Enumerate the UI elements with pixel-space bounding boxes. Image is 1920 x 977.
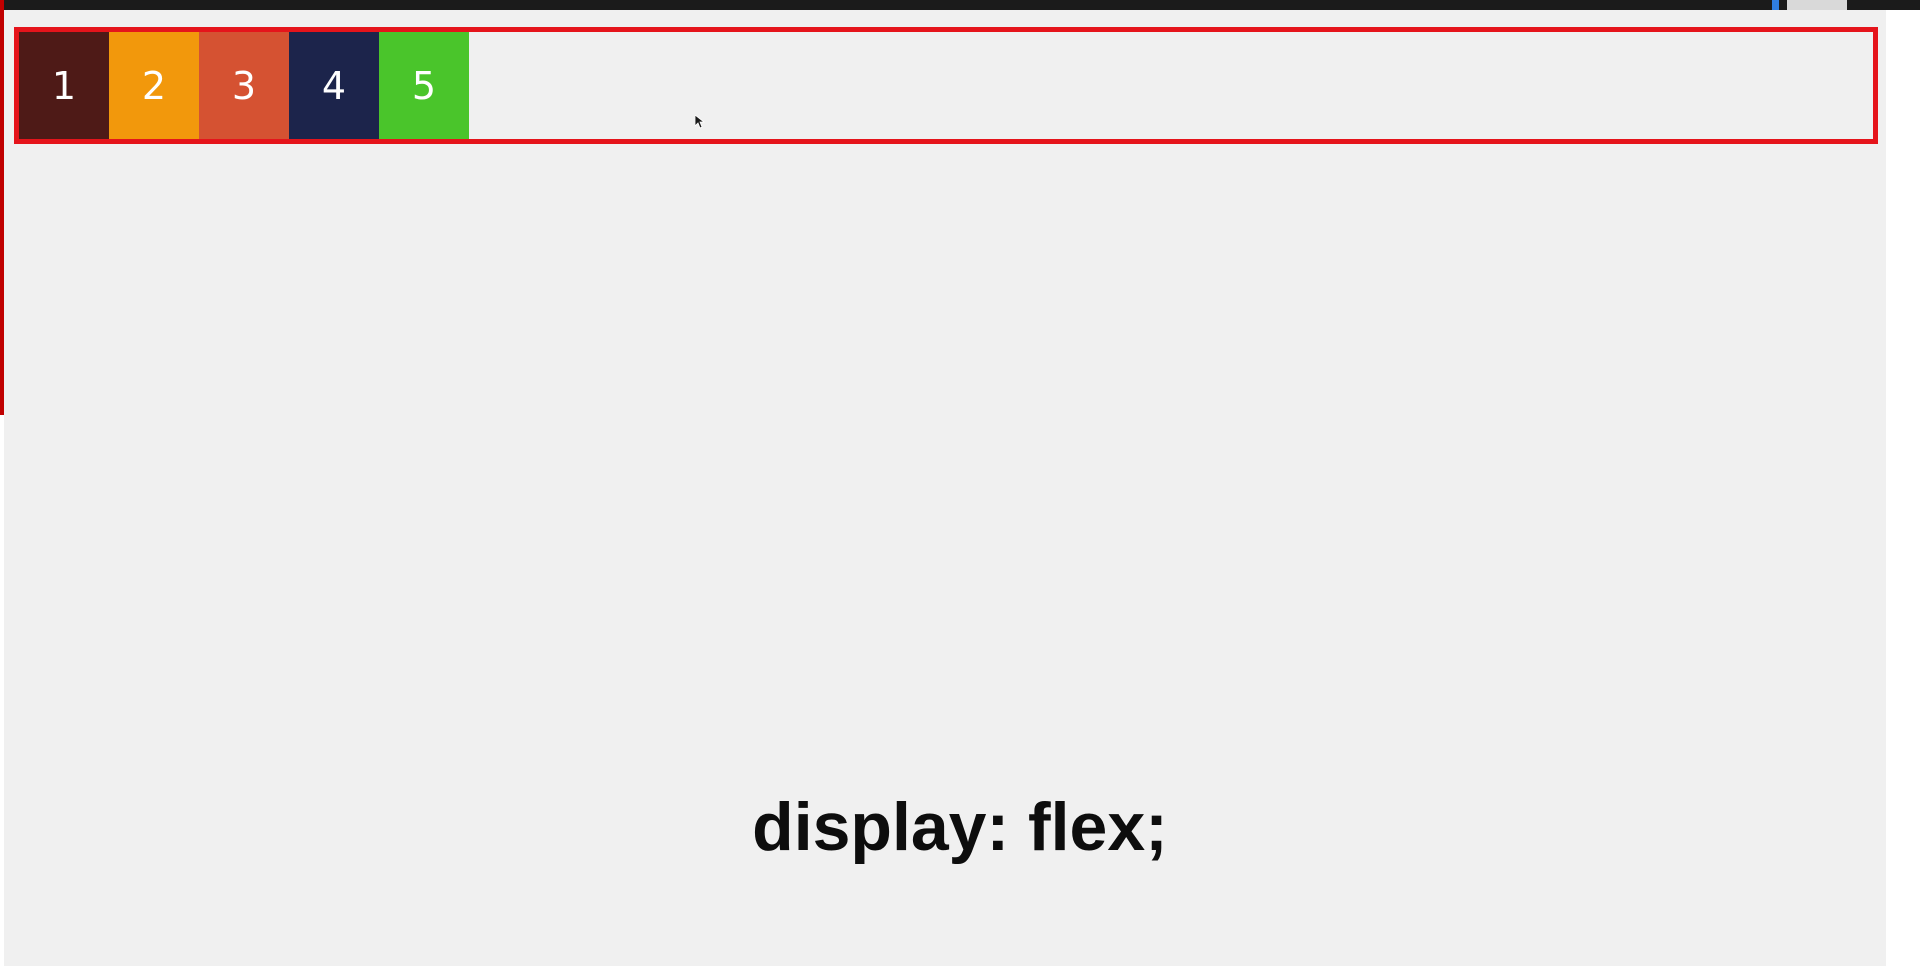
mouse-cursor-icon	[695, 115, 705, 129]
flex-item-1: 1	[19, 32, 109, 139]
bottom-edge-area	[0, 966, 1920, 977]
window-top-bar	[0, 0, 1920, 10]
flex-container: 1 2 3 4 5	[14, 27, 1878, 144]
page-caption: display: flex;	[752, 789, 1168, 865]
flex-item-2: 2	[109, 32, 199, 139]
flex-item-3: 3	[199, 32, 289, 139]
flex-item-5: 5	[379, 32, 469, 139]
top-bar-tab	[1787, 0, 1847, 10]
flex-item-4: 4	[289, 32, 379, 139]
